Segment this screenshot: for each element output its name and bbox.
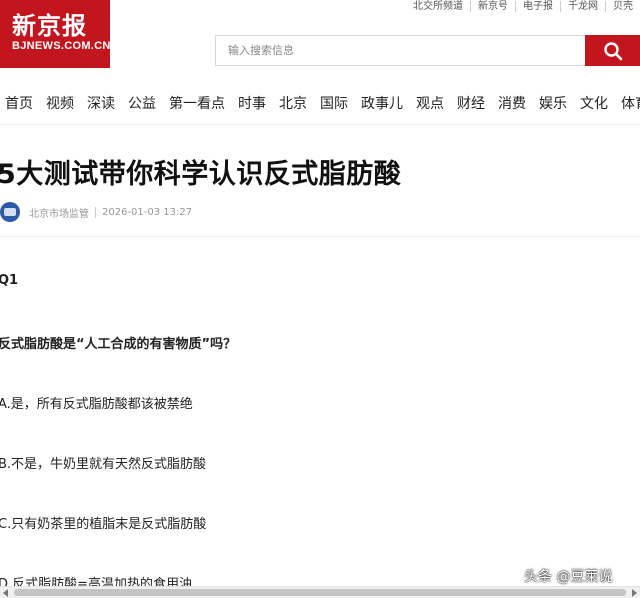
search-bar — [215, 35, 640, 66]
logo-main-text: 新京报 — [12, 11, 87, 40]
article-date: 2026-01-03 13:27 — [102, 206, 193, 218]
nav-item-charity[interactable]: 公益 — [128, 93, 156, 113]
nav-item-video[interactable]: 视频 — [46, 93, 74, 113]
scroll-right-icon[interactable] — [632, 589, 637, 597]
article-title: 5大测试带你科学认识反式脂肪酸 — [0, 159, 402, 190]
nav-item-deep[interactable]: 深读 — [87, 93, 115, 113]
nav-item-beijing[interactable]: 北京 — [279, 93, 307, 113]
nav-item-sports[interactable]: 体育 — [621, 93, 640, 113]
question-label: Q1 — [0, 273, 19, 288]
nav-item-opinion[interactable]: 观点 — [416, 93, 444, 113]
top-link-xinjinghao[interactable]: 新京号 — [470, 0, 515, 12]
question-text: 反式脂肪酸是“人工合成的有害物质”吗？ — [0, 337, 237, 352]
nav-item-home[interactable]: 首页 — [5, 93, 33, 113]
nav-divider — [0, 124, 640, 125]
nav-item-current-affairs[interactable]: 时事 — [238, 93, 266, 113]
nav-item-entertainment[interactable]: 娱乐 — [539, 93, 567, 113]
nav-item-politics[interactable]: 政事儿 — [361, 93, 403, 113]
search-input[interactable] — [215, 35, 585, 66]
nav-item-international[interactable]: 国际 — [320, 93, 348, 113]
logo-sub-text: BJNEWS.COM.CN — [12, 40, 111, 52]
avatar-logo-icon — [4, 208, 16, 216]
site-logo[interactable]: 新京报 BJNEWS.COM.CN — [0, 0, 110, 68]
nav-item-culture[interactable]: 文化 — [580, 93, 608, 113]
search-button[interactable] — [585, 35, 640, 66]
top-link-beike[interactable]: 贝壳 — [605, 0, 640, 12]
watermark: 头条 @豆莱说 — [524, 569, 613, 585]
author-avatar[interactable] — [0, 202, 20, 222]
article-author[interactable]: 北京市场监管 — [29, 205, 89, 220]
main-nav: 首页 视频 深读 公益 第一看点 时事 北京 国际 政事儿 观点 财经 消费 娱… — [0, 92, 640, 114]
nav-item-first-look[interactable]: 第一看点 — [169, 93, 225, 113]
search-icon — [603, 41, 622, 60]
nav-item-finance[interactable]: 财经 — [457, 93, 485, 113]
option-c: C.只有奶茶里的植脂末是反式脂肪酸 — [0, 517, 207, 532]
top-link-qianlong[interactable]: 千龙网 — [560, 0, 605, 12]
top-link-bse[interactable]: 北交所频道 — [406, 1, 470, 12]
nav-item-consumer[interactable]: 消费 — [498, 93, 526, 113]
article-meta: 北京市场监管 2026-01-03 13:27 — [0, 200, 192, 224]
meta-divider — [95, 206, 96, 218]
top-link-epaper[interactable]: 电子报 — [515, 0, 560, 12]
scroll-left-icon[interactable] — [3, 589, 8, 597]
horizontal-scrollbar[interactable] — [0, 586, 640, 598]
scrollbar-thumb[interactable] — [14, 589, 626, 596]
option-a: A.是，所有反式脂肪酸都该被禁绝 — [0, 397, 193, 412]
top-links: 北交所频道 新京号 电子报 千龙网 贝壳 — [406, 0, 640, 13]
meta-divider-line — [0, 236, 640, 237]
option-b: B.不是，牛奶里就有天然反式脂肪酸 — [0, 457, 207, 472]
